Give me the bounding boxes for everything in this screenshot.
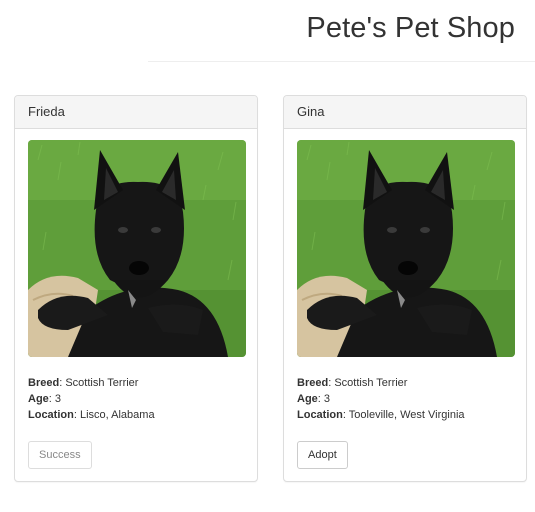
pet-details: Breed: Scottish Terrier Age: 3 Location:…	[297, 375, 465, 423]
pet-shop-page: Pete's Pet Shop Frieda Breed: Scottish T…	[0, 0, 535, 512]
pet-location: Lisco, Alabama	[79, 409, 155, 421]
location-label: Location	[297, 409, 343, 421]
scottish-terrier-photo	[297, 140, 515, 357]
adopt-button[interactable]: Adopt	[297, 441, 348, 469]
age-label: Age	[28, 393, 49, 405]
pet-name: Frieda	[15, 96, 257, 129]
page-title: Pete's Pet Shop	[306, 12, 515, 44]
breed-label: Breed	[297, 377, 329, 389]
pet-name: Gina	[284, 96, 526, 129]
pet-location-row: Location: Tooleville, West Virginia	[297, 409, 465, 421]
pet-photo	[297, 140, 515, 357]
pet-card-frieda: Frieda Breed: Scottish Terrier Age: 3 Lo…	[14, 95, 258, 482]
pet-photo	[28, 140, 246, 357]
pet-age: 3	[323, 393, 331, 405]
pet-age-row: Age: 3	[28, 393, 62, 405]
pet-card-gina: Gina Breed: Scottish Terrier Age: 3 Loca…	[283, 95, 527, 482]
page-header: Pete's Pet Shop	[148, 0, 535, 62]
pet-details: Breed: Scottish Terrier Age: 3 Location:…	[28, 375, 155, 423]
pet-location: Tooleville, West Virginia	[348, 409, 465, 421]
breed-label: Breed	[28, 377, 60, 389]
pet-age-row: Age: 3	[297, 393, 331, 405]
pet-location-row: Location: Lisco, Alabama	[28, 409, 155, 421]
pet-breed: Scottish Terrier	[334, 377, 408, 389]
success-button[interactable]: Success	[28, 441, 92, 469]
age-label: Age	[297, 393, 318, 405]
location-label: Location	[28, 409, 74, 421]
pet-breed-row: Breed: Scottish Terrier	[28, 377, 139, 389]
pet-breed-row: Breed: Scottish Terrier	[297, 377, 408, 389]
pet-breed: Scottish Terrier	[65, 377, 139, 389]
pet-age: 3	[54, 393, 62, 405]
scottish-terrier-photo	[28, 140, 246, 357]
